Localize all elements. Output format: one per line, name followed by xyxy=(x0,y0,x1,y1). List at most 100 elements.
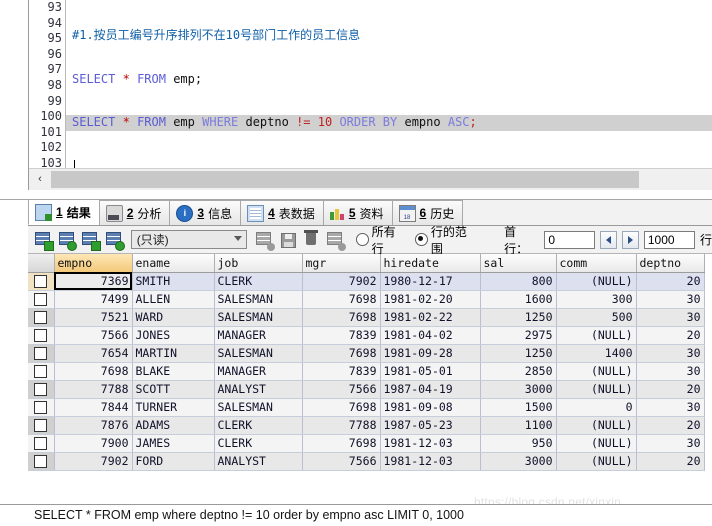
cell-hiredate[interactable]: 1981-09-08 xyxy=(380,398,481,417)
cell-comm[interactable]: (NULL) xyxy=(556,272,637,291)
column-header-empno[interactable]: empno xyxy=(54,254,133,273)
tab-profile[interactable]: 2 分析 xyxy=(98,200,171,225)
cell-comm[interactable]: (NULL) xyxy=(556,362,637,381)
cell-mgr[interactable]: 7902 xyxy=(302,272,381,291)
cell-hiredate[interactable]: 1981-02-20 xyxy=(380,290,481,309)
cell-comm[interactable]: (NULL) xyxy=(556,434,637,453)
table-row[interactable]: 7698 BLAKE MANAGER 7839 1981-05-01 2850 … xyxy=(28,362,705,381)
cell-empno[interactable]: 7654 xyxy=(54,344,133,363)
row-checkbox-cell[interactable] xyxy=(28,434,55,453)
cell-sal[interactable]: 3000 xyxy=(480,380,557,399)
cell-mgr[interactable]: 7839 xyxy=(302,326,381,345)
cell-deptno[interactable]: 30 xyxy=(636,362,705,381)
tab-info[interactable]: i 3 信息 xyxy=(169,200,242,225)
editor-horizontal-scrollbar[interactable]: ‹ xyxy=(29,168,712,190)
cell-mgr[interactable]: 7698 xyxy=(302,434,381,453)
sql-editor[interactable]: 93 94 95 96 97 98 99 100 101 102 103 104… xyxy=(28,0,712,190)
cancel-changes-button[interactable] xyxy=(324,229,346,251)
row-checkbox-cell[interactable] xyxy=(28,362,55,381)
row-checkbox[interactable] xyxy=(34,311,48,324)
table-row[interactable]: 7521 WARD SALESMAN 7698 1981-02-22 1250 … xyxy=(28,308,705,327)
cell-deptno[interactable]: 30 xyxy=(636,434,705,453)
radio-all-rows[interactable]: 所有行 xyxy=(355,223,407,257)
tab-result[interactable]: 1 结果 xyxy=(28,199,100,225)
cell-mgr[interactable]: 7698 xyxy=(302,308,381,327)
cell-ename[interactable]: WARD xyxy=(132,308,215,327)
cell-deptno[interactable]: 20 xyxy=(636,272,705,291)
cell-hiredate[interactable]: 1981-04-02 xyxy=(380,326,481,345)
refresh-row-button[interactable] xyxy=(103,229,125,251)
cell-ename[interactable]: ALLEN xyxy=(132,290,215,309)
row-checkbox-cell[interactable] xyxy=(28,308,55,327)
radio-row-range-indicator[interactable] xyxy=(415,233,428,246)
insert-row-button[interactable] xyxy=(32,229,54,251)
cell-ename[interactable]: JONES xyxy=(132,326,215,345)
radio-row-range[interactable]: 行的范围 xyxy=(415,223,478,257)
column-header-hiredate[interactable]: hiredate xyxy=(380,254,481,273)
row-checkbox[interactable] xyxy=(34,437,48,450)
cell-hiredate[interactable]: 1987-04-19 xyxy=(380,380,481,399)
cell-mgr[interactable]: 7788 xyxy=(302,416,381,435)
cell-empno[interactable]: 7521 xyxy=(54,308,133,327)
cell-job[interactable]: ANALYST xyxy=(214,380,303,399)
cell-deptno[interactable]: 30 xyxy=(636,344,705,363)
cell-comm[interactable]: (NULL) xyxy=(556,326,637,345)
tab-status[interactable]: 5 资料 xyxy=(322,200,393,225)
cell-ename[interactable]: SCOTT xyxy=(132,380,215,399)
cell-hiredate[interactable]: 1981-02-22 xyxy=(380,308,481,327)
table-row[interactable]: 7876 ADAMS CLERK 7788 1987-05-23 1100 (N… xyxy=(28,416,705,435)
column-header-comm[interactable]: comm xyxy=(556,254,637,273)
column-header-deptno[interactable]: deptno xyxy=(636,254,705,273)
row-checkbox[interactable] xyxy=(34,347,48,360)
cell-hiredate[interactable]: 1981-09-28 xyxy=(380,344,481,363)
row-checkbox-cell[interactable] xyxy=(28,326,55,345)
cell-sal[interactable]: 1250 xyxy=(480,308,557,327)
cell-hiredate[interactable]: 1981-12-03 xyxy=(380,452,481,471)
row-checkbox-cell[interactable] xyxy=(28,380,55,399)
cell-empno[interactable]: 7788 xyxy=(54,380,133,399)
cell-job[interactable]: SALESMAN xyxy=(214,344,303,363)
row-checkbox-cell[interactable] xyxy=(28,416,55,435)
cell-comm[interactable]: 300 xyxy=(556,290,637,309)
cell-sal[interactable]: 1500 xyxy=(480,398,557,417)
cell-comm[interactable]: 500 xyxy=(556,308,637,327)
cell-deptno[interactable]: 20 xyxy=(636,452,705,471)
row-checkbox-cell[interactable] xyxy=(28,452,55,471)
row-checkbox[interactable] xyxy=(34,329,48,342)
cell-ename[interactable]: MARTIN xyxy=(132,344,215,363)
first-row-input[interactable]: 0 xyxy=(544,230,596,249)
cell-sal[interactable]: 800 xyxy=(480,272,557,291)
duplicate-row-button[interactable] xyxy=(56,229,78,251)
row-checkbox[interactable] xyxy=(34,275,48,288)
cell-hiredate[interactable]: 1981-05-01 xyxy=(380,362,481,381)
cell-job[interactable]: CLERK xyxy=(214,416,303,435)
cell-empno[interactable]: 7900 xyxy=(54,434,133,453)
row-checkbox[interactable] xyxy=(34,293,48,306)
cell-empno[interactable]: 7698 xyxy=(54,362,133,381)
cell-sal[interactable]: 1250 xyxy=(480,344,557,363)
table-row[interactable]: 7788 SCOTT ANALYST 7566 1987-04-19 3000 … xyxy=(28,380,705,399)
row-count-input[interactable]: 1000 xyxy=(643,230,695,249)
cell-empno[interactable]: 7844 xyxy=(54,398,133,417)
cell-mgr[interactable]: 7698 xyxy=(302,290,381,309)
select-all-header[interactable] xyxy=(28,254,55,273)
grid-mode-select[interactable]: (只读) xyxy=(130,230,248,249)
cell-sal[interactable]: 1600 xyxy=(480,290,557,309)
row-checkbox[interactable] xyxy=(34,365,48,378)
cell-mgr[interactable]: 7566 xyxy=(302,452,381,471)
delete-button[interactable] xyxy=(300,229,322,251)
column-header-job[interactable]: job xyxy=(214,254,303,273)
cell-ename[interactable]: ADAMS xyxy=(132,416,215,435)
column-header-ename[interactable]: ename xyxy=(132,254,215,273)
apply-changes-button[interactable] xyxy=(253,229,275,251)
cell-comm[interactable]: (NULL) xyxy=(556,416,637,435)
column-header-sal[interactable]: sal xyxy=(480,254,557,273)
editor-code-area[interactable]: #1.按员工编号升序排列不在10号部门工作的员工信息 SELECT * FROM… xyxy=(66,0,712,168)
table-row[interactable]: 7902 FORD ANALYST 7566 1981-12-03 3000 (… xyxy=(28,452,705,471)
cell-job[interactable]: SALESMAN xyxy=(214,308,303,327)
radio-all-rows-indicator[interactable] xyxy=(355,233,369,246)
save-button[interactable] xyxy=(277,229,299,251)
cell-mgr[interactable]: 7566 xyxy=(302,380,381,399)
row-checkbox-cell[interactable] xyxy=(28,272,55,291)
table-row[interactable]: 7499 ALLEN SALESMAN 7698 1981-02-20 1600… xyxy=(28,290,705,309)
